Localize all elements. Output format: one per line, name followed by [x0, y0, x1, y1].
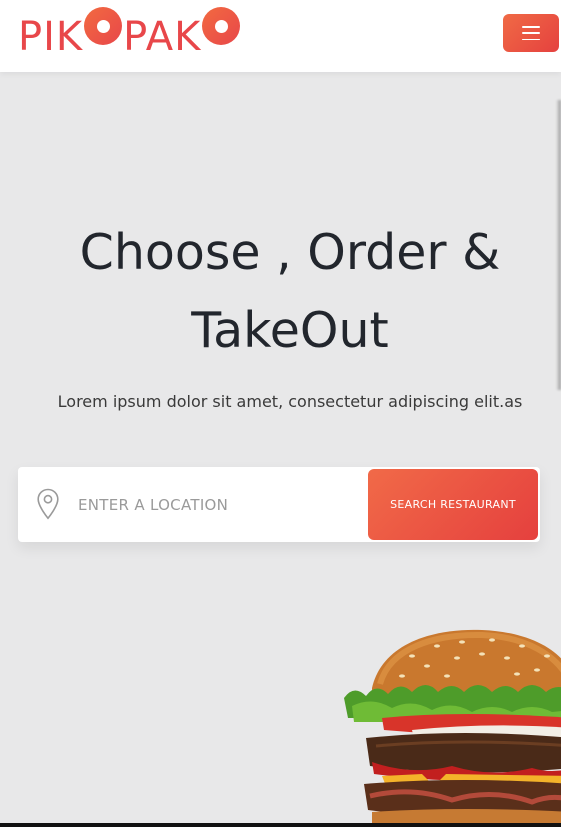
page-bottom-border	[0, 823, 561, 827]
pikopako-logo[interactable]: PIK PAK	[18, 4, 241, 60]
location-input[interactable]	[76, 489, 360, 521]
location-search-bar: SEARCH RESTAURANT	[18, 467, 540, 542]
site-header: PIK PAK	[0, 0, 561, 72]
hero-title: Choose , Order & TakeOut	[0, 214, 561, 370]
map-pin-icon	[37, 488, 59, 520]
menu-toggle-button[interactable]	[503, 14, 559, 52]
hamburger-menu-icon	[522, 26, 540, 40]
burger-image	[344, 629, 561, 827]
search-restaurant-button[interactable]: SEARCH RESTAURANT	[368, 469, 538, 540]
logo-text-pik: PIK	[18, 14, 84, 60]
logo-text-pak: PAK	[123, 14, 202, 60]
hero-subtitle: Lorem ipsum dolor sit amet, consectetur …	[57, 392, 523, 411]
logo-ring-icon	[202, 7, 241, 45]
hero-title-line-1: Choose , Order &	[79, 224, 501, 281]
logo-ring-icon	[84, 7, 123, 45]
hero-title-line-2: TakeOut	[191, 302, 389, 359]
